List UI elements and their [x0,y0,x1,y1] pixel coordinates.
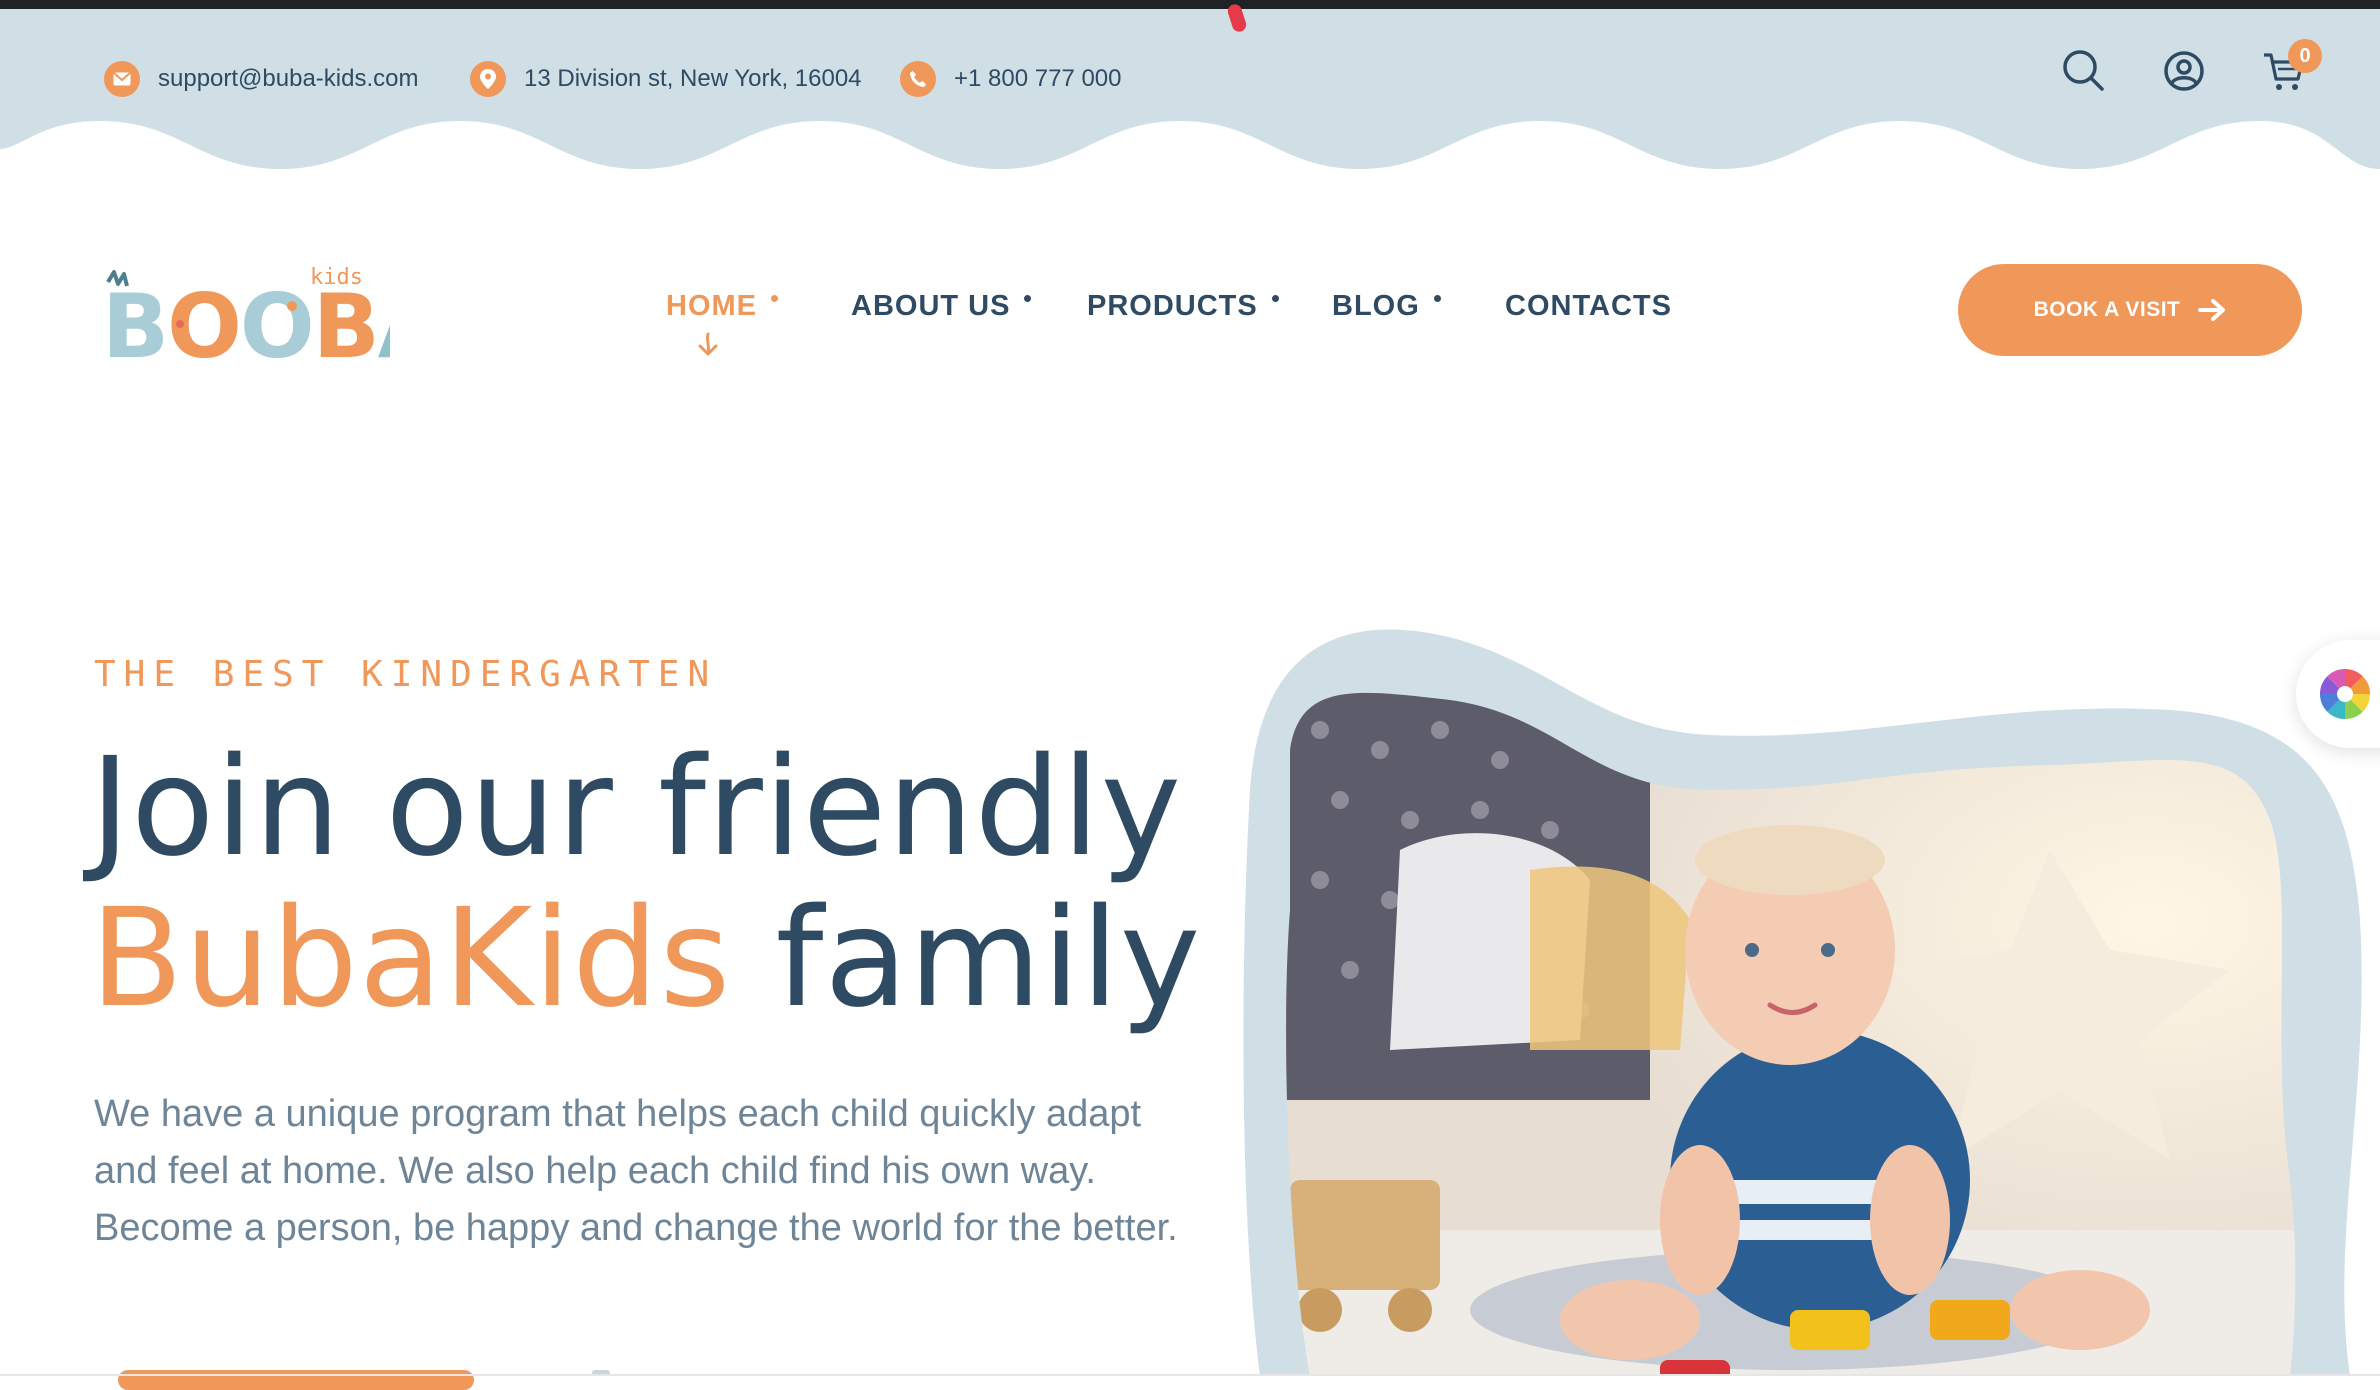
hero-eyebrow: THE BEST KINDERGARTEN [94,654,718,695]
nav-contacts-label: CONTACTS [1505,290,1672,322]
dot-icon [771,295,778,302]
nav-contacts[interactable]: CONTACTS [1505,290,1672,323]
arrow-right-icon [2198,299,2226,321]
cart-count-badge: 0 [2288,39,2322,73]
nav-products-label: PRODUCTS [1087,290,1258,322]
site-logo[interactable]: kids BOOBA [100,262,448,378]
nav-blog[interactable]: BLOG [1332,290,1441,323]
browser-top-edge [0,0,2380,9]
dot-icon [1433,295,1441,302]
nav-about-us[interactable]: ABOUT US [851,290,1032,323]
color-wheel-icon [2320,668,2370,720]
mail-icon [104,61,140,97]
nav-about-label: ABOUT US [851,290,1011,322]
top-info-bar: support@buba-kids.com 13 Division st, Ne… [0,9,2380,179]
hero-image [1243,629,2362,1376]
phone-text: +1 800 777 000 [954,65,1122,92]
email-text: support@buba-kids.com [158,65,419,92]
phone-icon [900,61,936,97]
dot-icon [1271,295,1279,302]
nav-products[interactable]: PRODUCTS [1087,290,1279,323]
location-pin-icon [470,61,506,97]
hero-title-line2: BubaKids family [90,884,1201,1034]
logo-word: BOOBA [102,275,390,372]
hero-title-line1: Join our friendly [90,729,1183,887]
dot-icon [1024,295,1032,302]
nav-blog-label: BLOG [1332,290,1420,322]
hero-title-rest: family [731,880,1202,1038]
hero-title-accent: BubaKids [90,880,732,1038]
address-contact[interactable]: 13 Division st, New York, 16004 [470,61,862,97]
search-icon[interactable] [2060,47,2108,95]
nav-home-label: HOME [666,290,757,322]
book-a-visit-label: BOOK A VISIT [2033,298,2181,321]
address-text: 13 Division st, New York, 16004 [524,65,862,92]
phone-contact[interactable]: +1 800 777 000 [900,61,1122,97]
email-contact[interactable]: support@buba-kids.com [104,61,418,97]
hero-cta-button[interactable] [118,1370,474,1390]
hero-description: We have a unique program that helps each… [94,1093,1178,1249]
logo-artwork: kids BOOBA [102,265,448,378]
nav-home[interactable]: HOME [666,290,778,323]
arrow-down-icon [698,332,718,356]
book-a-visit-button[interactable]: BOOK A VISIT [1958,264,2302,356]
user-account-icon[interactable] [2160,47,2208,95]
